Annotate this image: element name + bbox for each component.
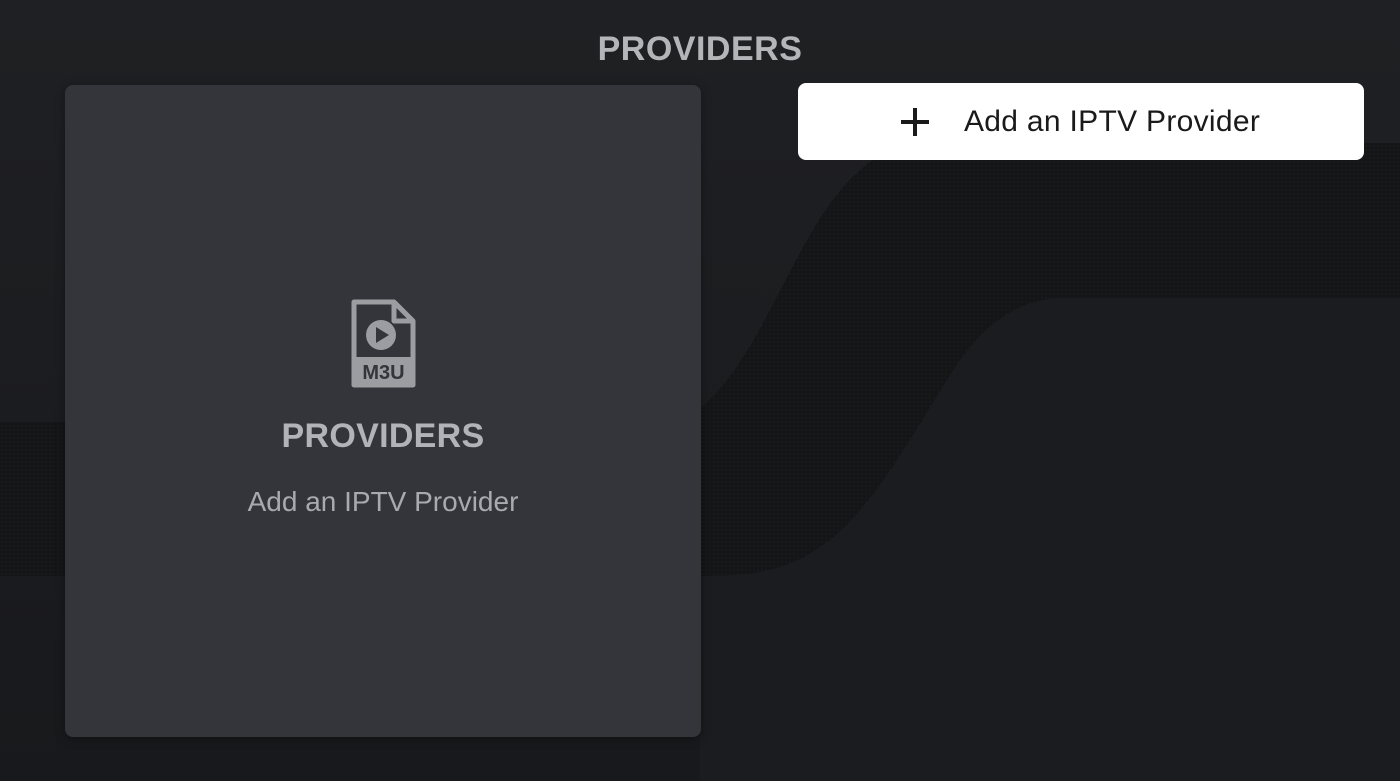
plus-icon	[901, 107, 929, 136]
providers-screen: PROVIDERS M3U PROVIDERS Add an IPTV Prov…	[0, 0, 1400, 781]
add-button-label: Add an IPTV Provider	[964, 104, 1261, 138]
m3u-icon-text: M3U	[362, 362, 404, 384]
card-title: PROVIDERS	[281, 417, 485, 455]
m3u-file-play-icon: M3U	[351, 299, 416, 388]
add-provider-card[interactable]: M3U PROVIDERS Add an IPTV Provider	[65, 85, 701, 737]
add-iptv-provider-button[interactable]: Add an IPTV Provider	[798, 83, 1364, 160]
page-title: PROVIDERS	[597, 30, 803, 68]
card-subtitle: Add an IPTV Provider	[247, 486, 519, 517]
